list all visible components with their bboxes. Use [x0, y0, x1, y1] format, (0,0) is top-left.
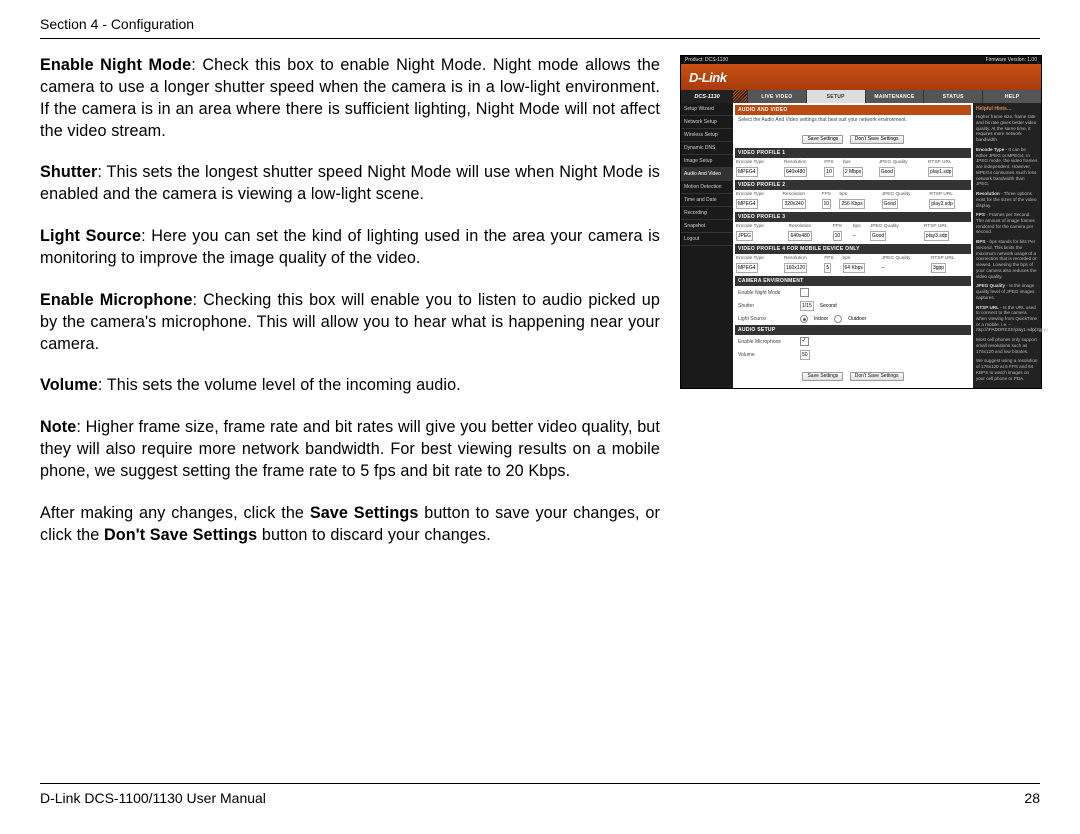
- sidebar-item-ddns[interactable]: Dynamic DNS: [681, 142, 733, 155]
- helpful-hints: Helpful Hints… Higher frame size, frame …: [973, 103, 1041, 388]
- sidebar-item-logout[interactable]: Logout: [681, 233, 733, 246]
- sidebar-item-wireless[interactable]: Wireless Setup: [681, 129, 733, 142]
- section-vp4-header: VIDEO PROFILE 4 FOR MOBILE DEVICE ONLY: [735, 244, 971, 254]
- vp3-rtsp-input[interactable]: play3.sdp: [924, 231, 949, 241]
- vp4-rtsp-input[interactable]: 3gpp: [931, 263, 946, 273]
- tab-maintenance[interactable]: MAINTENANCE: [865, 90, 924, 103]
- stripe-decoration: [733, 90, 747, 103]
- sidebar-item-motion[interactable]: Motion Detection: [681, 181, 733, 194]
- side-nav: Setup Wizard Network Setup Wireless Setu…: [681, 103, 733, 388]
- dont-save-button[interactable]: Don't Save Settings: [850, 135, 904, 144]
- mic-checkbox[interactable]: [800, 337, 809, 346]
- vp4-res-select[interactable]: 160x120: [784, 263, 807, 273]
- vp1-jpeg-select[interactable]: Good: [879, 167, 895, 177]
- configuration-screenshot: Product: DCS-1130 Firmware Version: 1.00…: [680, 55, 1042, 389]
- light-source-label: Light Source: [738, 316, 794, 322]
- product-label: Product: DCS-1130: [685, 57, 728, 63]
- shutter-label: Shutter: [738, 303, 794, 309]
- vp4-jpeg-na: –: [882, 265, 885, 271]
- dont-save-button-bottom[interactable]: Don't Save Settings: [850, 372, 904, 381]
- tab-setup[interactable]: SETUP: [806, 90, 865, 103]
- vp4-bps-select[interactable]: 64 Kbps: [843, 263, 865, 273]
- vp4-encode-select[interactable]: MPEG4: [736, 263, 758, 273]
- sidebar-item-image[interactable]: Image Setup: [681, 155, 733, 168]
- shutter-select[interactable]: 1/15: [800, 301, 814, 311]
- section-vp3-header: VIDEO PROFILE 3: [735, 212, 971, 222]
- vp4-fps-select[interactable]: 5: [824, 263, 831, 273]
- main-text: Enable Night Mode: Check this box to ena…: [40, 55, 660, 567]
- volume-label: Volume: [738, 352, 794, 358]
- vp1-res-select[interactable]: 640x480: [784, 167, 807, 177]
- sidebar-item-network[interactable]: Network Setup: [681, 116, 733, 129]
- sidebar-item-time[interactable]: Time and Date: [681, 194, 733, 207]
- vp1-fps-select[interactable]: 10: [824, 167, 834, 177]
- sidebar-item-wizard[interactable]: Setup Wizard: [681, 103, 733, 116]
- vp3-fps-select[interactable]: 10: [833, 231, 843, 241]
- vp1-encode-select[interactable]: MPEG4: [736, 167, 758, 177]
- night-mode-label: Enable Night Mode: [738, 290, 794, 296]
- vp3-jpeg-select[interactable]: Good: [870, 231, 886, 241]
- model-label: DCS-1130: [681, 90, 733, 103]
- section-camenv-header: CAMERA ENVIRONMENT: [735, 276, 971, 286]
- vp2-jpeg-select[interactable]: Good: [882, 199, 898, 209]
- outdoor-label: Outdoor: [848, 316, 866, 322]
- main-panel: AUDIO AND VIDEO Select the Audio And Vid…: [733, 103, 973, 388]
- mic-label: Enable Microphone: [738, 339, 794, 345]
- night-mode-checkbox[interactable]: [800, 288, 809, 297]
- vp1-bps-select[interactable]: 2 Mbps: [843, 167, 863, 177]
- section-vp1-header: VIDEO PROFILE 1: [735, 148, 971, 158]
- volume-select[interactable]: 50: [800, 350, 810, 360]
- outdoor-radio[interactable]: [834, 315, 842, 323]
- tab-live-video[interactable]: LIVE VIDEO: [747, 90, 806, 103]
- indoor-radio[interactable]: [800, 315, 808, 323]
- dlink-logo: D-Link: [689, 70, 726, 85]
- section-av-header: AUDIO AND VIDEO: [735, 105, 971, 115]
- page-header: Section 4 - Configuration: [40, 16, 1040, 39]
- sidebar-item-recording[interactable]: Recording: [681, 207, 733, 220]
- firmware-label: Firmware Version: 1.00: [986, 57, 1037, 63]
- vp2-rtsp-input[interactable]: play2.sdp: [929, 199, 954, 209]
- indoor-label: Indoor: [814, 316, 828, 322]
- section-vp2-header: VIDEO PROFILE 2: [735, 180, 971, 190]
- section-av-msg: Select the Audio And Video settings that…: [735, 115, 971, 125]
- save-button-bottom[interactable]: Save Settings: [802, 372, 843, 381]
- sidebar-item-snapshot[interactable]: Snapshot: [681, 220, 733, 233]
- vp1-rtsp-input[interactable]: play1.sdp: [928, 167, 953, 177]
- vp3-bps-na: –: [853, 233, 856, 239]
- footer-left: D-Link DCS-1100/1130 User Manual: [40, 790, 266, 806]
- sidebar-item-av[interactable]: Audio And Video: [681, 168, 733, 181]
- vp2-res-select[interactable]: 320x240: [782, 199, 805, 209]
- vp3-encode-select[interactable]: JPEG: [736, 231, 753, 241]
- shutter-unit: Second: [820, 303, 837, 309]
- save-button[interactable]: Save Settings: [802, 135, 843, 144]
- section-audio-header: AUDIO SETUP: [735, 325, 971, 335]
- vp3-res-select[interactable]: 640x480: [788, 231, 811, 241]
- tab-help[interactable]: HELP: [982, 90, 1041, 103]
- vp2-fps-select[interactable]: 10: [822, 199, 832, 209]
- vp2-bps-select[interactable]: 256 Kbps: [839, 199, 864, 209]
- tab-status[interactable]: STATUS: [923, 90, 982, 103]
- page-number: 28: [1024, 790, 1040, 806]
- vp2-encode-select[interactable]: MPEG4: [736, 199, 758, 209]
